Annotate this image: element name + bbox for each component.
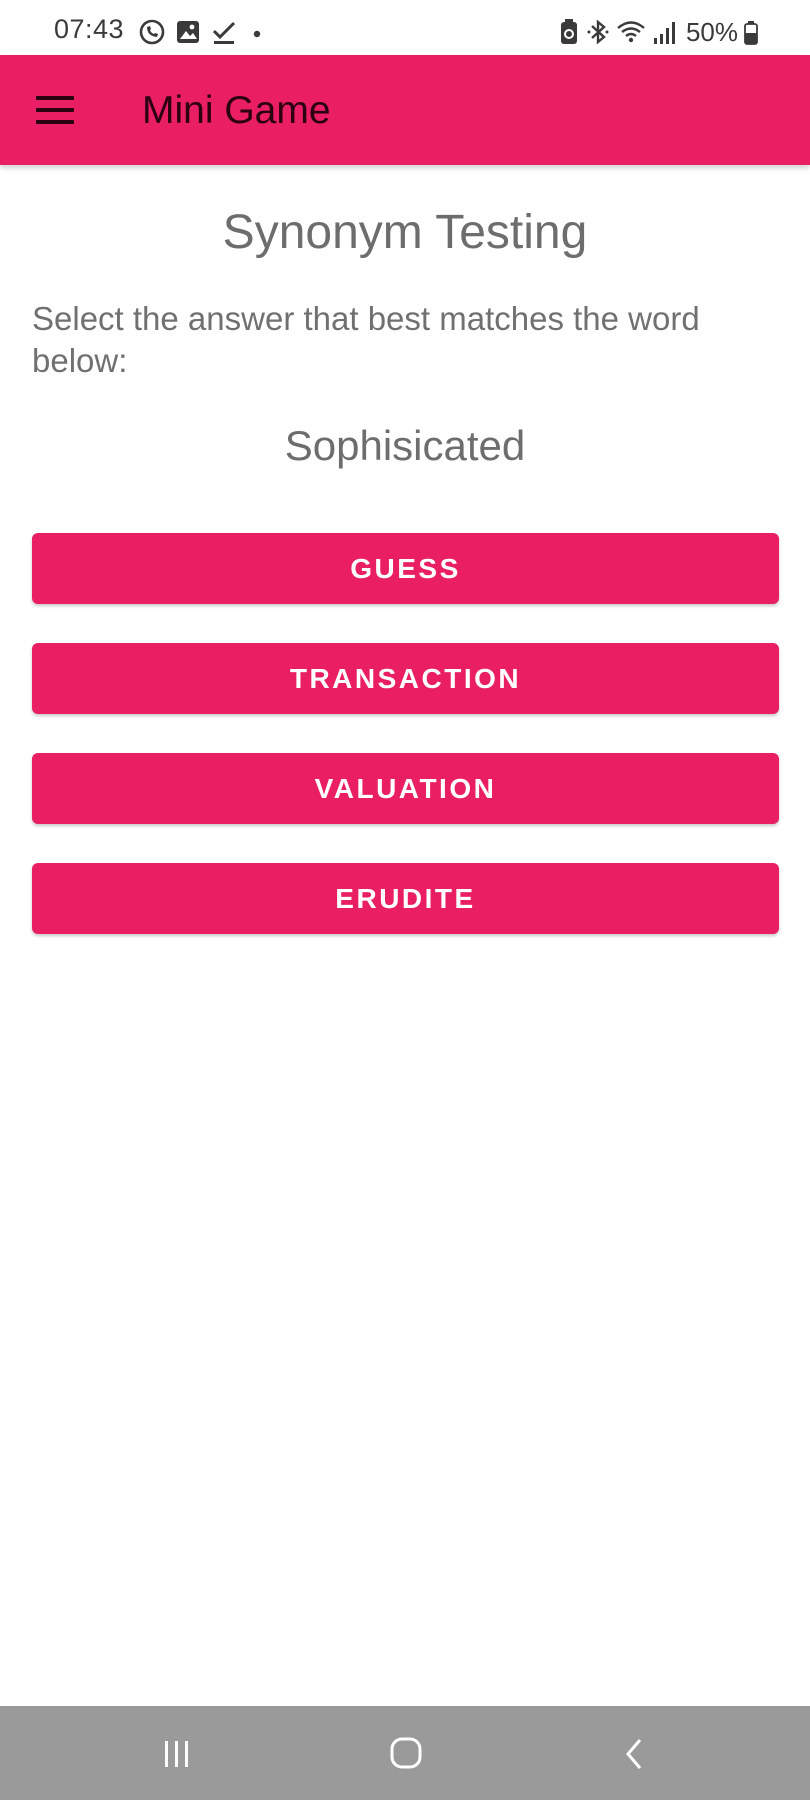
download-done-icon <box>212 21 236 44</box>
instruction-text: Select the answer that best matches the … <box>32 300 700 379</box>
viber-icon <box>139 19 165 45</box>
status-time: 07:43 <box>54 14 125 44</box>
answer-button-transaction[interactable]: TRANSACTION <box>32 643 779 714</box>
dot-icon <box>253 30 261 38</box>
answer-button-guess[interactable]: GUESS <box>32 533 779 604</box>
page-title: Synonym Testing <box>222 206 588 259</box>
recents-icon[interactable] <box>162 1739 192 1769</box>
status-right-icons: 50% <box>558 17 758 47</box>
app-bar: Mini Game <box>0 55 810 165</box>
app-title: Mini Game <box>142 89 331 132</box>
answer-button-valuation[interactable]: VALUATION <box>32 753 779 824</box>
screen: 07:43 50% Mini Game Synonym Testing Sele… <box>0 0 810 1800</box>
hamburger-menu-icon[interactable] <box>36 94 76 126</box>
battery-saver-icon <box>560 19 577 44</box>
wifi-icon <box>617 21 645 43</box>
navigation-bar <box>0 1706 810 1800</box>
answer-button-erudite[interactable]: ERUDITE <box>32 863 779 934</box>
home-icon[interactable] <box>390 1737 422 1769</box>
target-word: Sophisicated <box>284 422 526 469</box>
signal-icon <box>653 22 675 44</box>
battery-icon <box>744 21 758 45</box>
back-icon[interactable] <box>622 1737 646 1771</box>
answer-list: GUESS TRANSACTION VALUATION ERUDITE <box>32 533 779 973</box>
bluetooth-icon <box>587 19 609 45</box>
battery-percent: 50% <box>685 16 738 47</box>
gallery-icon <box>177 21 199 43</box>
status-left-icons <box>138 17 267 47</box>
status-bar: 07:43 50% <box>0 0 810 55</box>
